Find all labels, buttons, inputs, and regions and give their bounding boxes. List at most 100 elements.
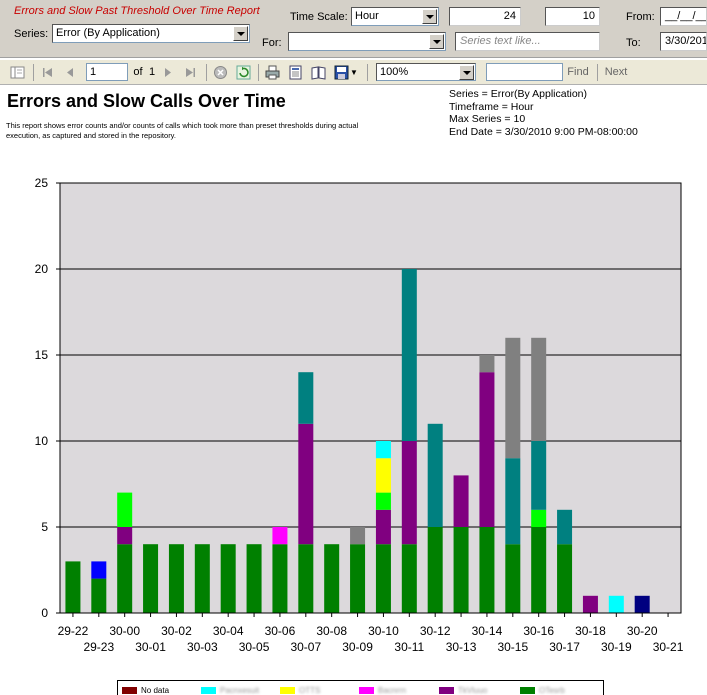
x-tick-label: 30-10 [368,624,399,638]
x-tick-label: 30-17 [549,640,580,654]
bar-segment-purple [479,372,495,527]
bar-segment-green [453,527,469,613]
bar-segment-purple [375,509,391,545]
last-page-icon[interactable] [183,65,198,80]
page-total-label: 1 [148,66,156,78]
legend-item: TkVluuo [439,686,487,695]
bar-segment-teal [505,458,521,545]
zoom-select-value: 100% [380,66,409,78]
print-layout-icon[interactable] [288,65,303,80]
legend-label: OTesrb [539,686,565,695]
x-tick-label: 30-18 [575,624,606,638]
series-select[interactable]: Error (By Application) [52,24,250,43]
report-description: This report shows error counts and/or co… [6,121,359,140]
chevron-down-icon[interactable]: ▼ [350,65,358,80]
page-number-input[interactable]: 1 [86,63,128,81]
x-tick-label: 30-01 [135,640,166,654]
next-page-icon[interactable] [160,65,175,80]
legend-swatch [520,687,535,694]
bar-segment-teal [531,441,547,510]
time-scale-label: Time Scale: [290,11,348,23]
to-date-input[interactable]: 3/30/201 [660,32,707,51]
chevron-down-icon[interactable] [233,26,248,41]
from-date-input[interactable]: __/__/__ [660,7,707,26]
x-tick-label: 30-21 [653,640,684,654]
bar-segment-teal [557,509,573,545]
bar-segment-green [246,544,262,613]
legend-label: No data [141,686,170,695]
x-tick-label: 30-03 [187,640,218,654]
legend-item: OTTS [280,686,320,695]
x-tick-label: 30-14 [472,624,503,638]
for-label: For: [262,37,282,49]
bar-segment-green [401,544,417,613]
print-icon[interactable] [265,65,280,80]
stop-icon[interactable] [213,65,228,80]
bar-segment-green [350,544,366,613]
x-tick-label: 30-07 [290,640,321,654]
chevron-down-icon[interactable] [459,65,474,80]
count-input[interactable]: 24 [449,7,521,26]
previous-page-icon[interactable] [63,65,78,80]
document-map-icon[interactable] [10,65,25,80]
chevron-down-icon[interactable] [422,9,437,24]
to-label: To: [626,37,641,49]
x-axis: 29-22 29-23 30-00 30-01 30-02 30-03 30-04 30-05… [58,612,684,654]
page-setup-icon[interactable] [311,65,326,80]
x-tick-label: 30-11 [394,640,424,654]
x-tick-label: 30-09 [342,640,373,654]
max-series-input[interactable]: 10 [545,7,600,26]
param-max-series: Max Series = 10 [449,113,526,125]
bar-segment-green [557,544,573,613]
y-tick-label: 0 [41,606,48,620]
bar-segment-green [375,544,391,613]
find-text-input[interactable] [486,63,563,81]
bar-segment-green [117,544,133,613]
bar-segment-magenta [272,527,288,545]
zoom-select[interactable]: 100% [376,63,476,81]
bar-segment-lime [531,509,547,527]
bar-segment-green [272,544,288,613]
chart-legend: No data Pacnxesuit OTTS Bacnrrn TkVluuo OTesr… [117,680,604,695]
for-select[interactable] [288,32,446,51]
chevron-down-icon[interactable] [429,34,444,49]
x-tick-label: 30-19 [601,640,632,654]
bar-segment-green [427,527,443,613]
report-toolbar: 1 of 1 ▼ 100% Find Next [0,60,707,85]
time-scale-select[interactable]: Hour [351,7,439,26]
bar-segment-gray [350,527,366,545]
bar-segment-cyan [375,441,391,459]
x-tick-label: 29-23 [83,640,114,654]
x-tick-label: 30-02 [161,624,192,638]
legend-label: OTTS [299,686,321,695]
series-label: Series: [14,28,49,40]
refresh-icon[interactable] [236,65,251,80]
bar-segment-purple [401,441,417,545]
y-tick-label: 25 [35,176,49,190]
bar-segment-green [531,527,547,613]
bar-segment-green [194,544,210,613]
x-tick-label: 30-08 [316,624,347,638]
bar-segment-green [91,578,107,613]
first-page-icon[interactable] [40,65,55,80]
report-name-label: Errors and Slow Past Threshold Over Time… [14,5,260,17]
next-link[interactable]: Next [603,65,629,80]
filter-bar: Errors and Slow Past Threshold Over Time… [0,0,707,58]
legend-swatch [201,687,216,694]
x-tick-label: 30-00 [109,624,140,638]
report-parameters: Series = Error(By Application) Timeframe… [449,88,638,138]
save-icon[interactable] [334,65,349,80]
from-label: From: [626,11,655,23]
x-tick-label: 30-04 [213,624,244,638]
series-text-input[interactable]: Series text like... [455,32,600,51]
bar-segment-purple [298,423,314,545]
x-tick-label: 30-16 [523,624,554,638]
find-link[interactable]: Find [566,65,590,80]
param-end-date: End Date = 3/30/2010 9:00 PM-08:00:00 [449,125,638,138]
y-tick-label: 5 [41,520,48,534]
param-series: Series = Error(By Application) [449,88,588,100]
series-select-value: Error (By Application) [56,27,160,39]
bar-segment-navy [634,595,650,613]
bar-segment-blue [91,561,107,579]
x-tick-label: 30-20 [627,624,658,638]
